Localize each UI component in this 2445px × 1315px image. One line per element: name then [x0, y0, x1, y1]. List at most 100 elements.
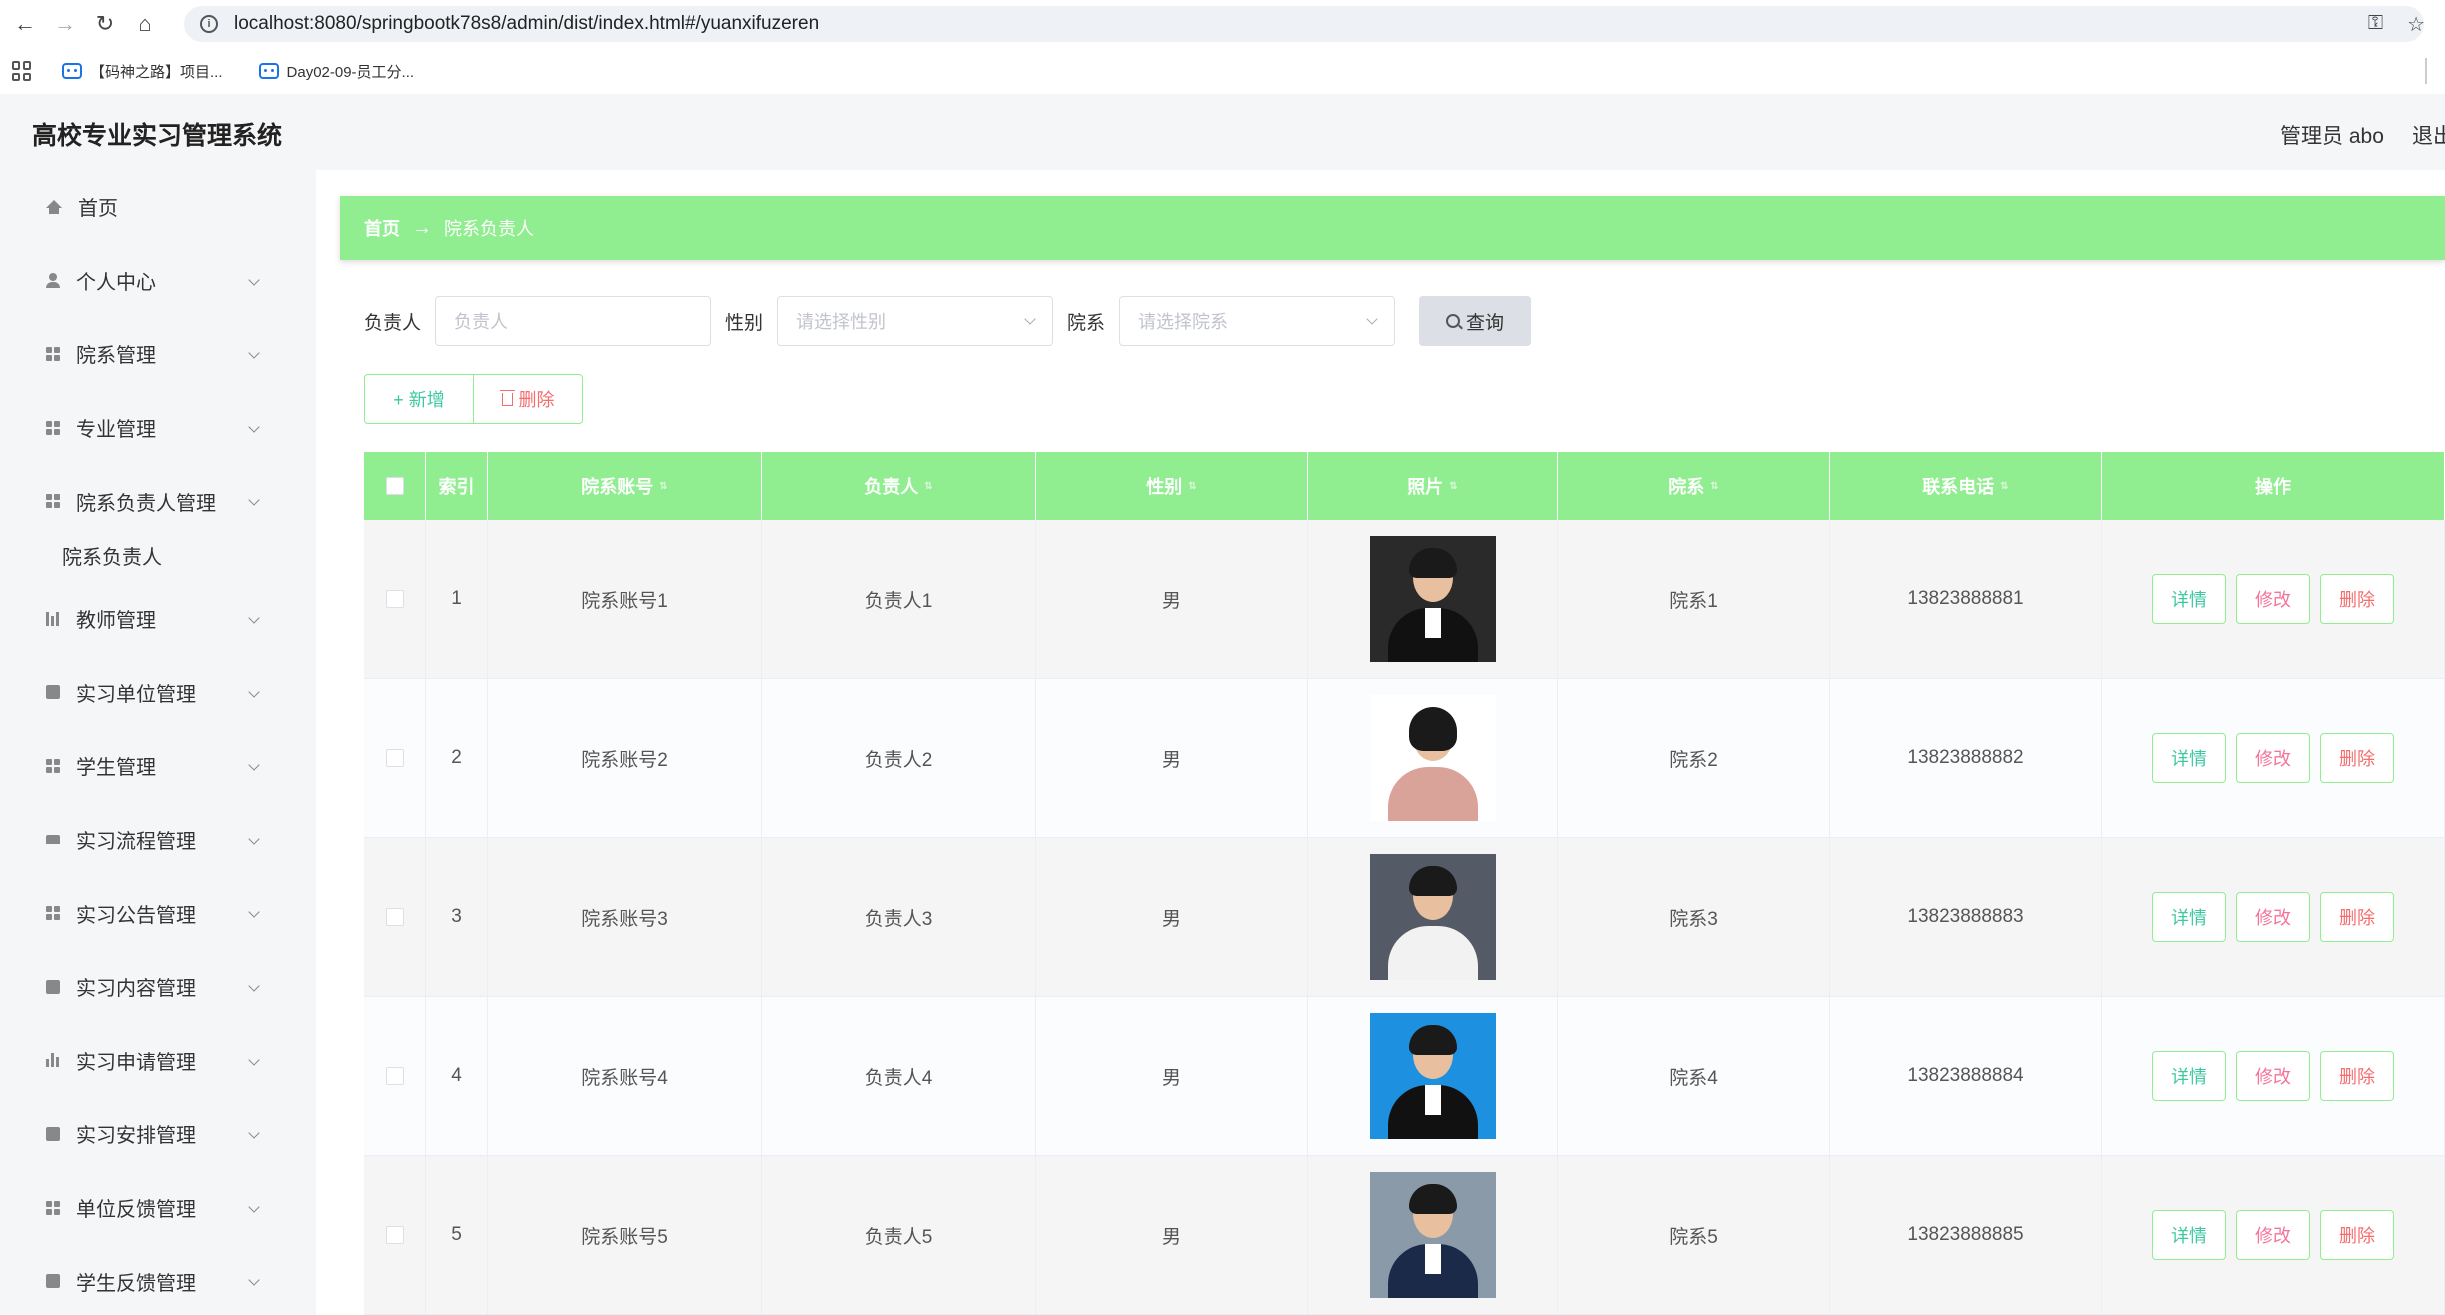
dept-label: 院系 — [1067, 312, 1106, 334]
delete-button[interactable]: 删除 — [2320, 574, 2394, 624]
sidebar-item-home[interactable]: 首页 — [0, 170, 316, 244]
column-header[interactable]: 负责人 ⇅ — [762, 452, 1036, 520]
row-checkbox[interactable] — [385, 590, 404, 608]
password-key-icon[interactable]: ⚿ — [2368, 12, 2383, 37]
grid-icon — [46, 906, 60, 921]
column-header[interactable]: 联系电话 ⇅ — [1830, 452, 2102, 520]
table-row: 1 院系账号1 负责人1 男 院系1 13823888881 详情 修改 删除 — [364, 520, 2445, 679]
sidebar-item-teacher-management[interactable]: 教师管理 — [0, 582, 316, 656]
bookmark-item[interactable]: 【码神之路】项目... — [62, 61, 223, 82]
logout-link[interactable]: 退出 — [2412, 120, 2445, 150]
sort-icon[interactable]: ⇅ — [2000, 481, 2008, 492]
app-title: 高校专业实习管理系统 — [32, 122, 283, 150]
sidebar-item-personal-center[interactable]: 个人中心 — [0, 244, 316, 318]
breadcrumb-home[interactable]: 首页 — [364, 215, 400, 241]
sort-icon[interactable]: ⇅ — [1710, 481, 1718, 492]
delete-button[interactable]: 删除 — [2320, 892, 2394, 942]
column-header[interactable]: 照片 ⇅ — [1308, 452, 1558, 520]
bookmark-star-icon[interactable]: ☆ — [2407, 12, 2425, 37]
sidebar-item-student-feedback-management[interactable]: 学生反馈管理 — [0, 1244, 316, 1315]
sort-icon[interactable]: ⇅ — [659, 481, 667, 492]
sort-icon[interactable]: ⇅ — [924, 481, 932, 492]
info-icon[interactable]: i — [200, 15, 218, 33]
row-checkbox[interactable] — [385, 1067, 404, 1085]
chevron-down-icon — [248, 980, 260, 992]
column-header[interactable]: 院系 ⇅ — [1558, 452, 1830, 520]
trash-icon — [499, 389, 515, 406]
sort-icon[interactable]: ⇅ — [1449, 481, 1457, 492]
person-photo[interactable] — [1369, 1172, 1496, 1298]
row-checkbox[interactable] — [385, 1226, 404, 1244]
person-photo[interactable] — [1369, 695, 1496, 821]
add-button[interactable]: + 新增 — [364, 374, 474, 424]
cell-account: 院系账号1 — [488, 520, 762, 678]
select-all-checkbox[interactable] — [385, 477, 404, 495]
query-button[interactable]: 查询 — [1419, 296, 1532, 346]
sidebar-item-unit-feedback-management[interactable]: 单位反馈管理 — [0, 1171, 316, 1245]
reload-icon[interactable]: ↻ — [90, 9, 120, 39]
cell-account: 院系账号5 — [488, 1156, 762, 1314]
address-bar[interactable]: i localhost:8080/springbootk78s8/admin/d… — [184, 6, 2424, 42]
forward-icon[interactable]: → — [50, 9, 80, 39]
row-checkbox[interactable] — [385, 749, 404, 767]
dept-select[interactable]: 请选择院系 — [1119, 296, 1396, 346]
column-header[interactable]: 性别 ⇅ — [1036, 452, 1308, 520]
sidebar-item-label: 学生反馈管理 — [76, 1272, 196, 1295]
column-header[interactable]: 院系账号 ⇅ — [488, 452, 762, 520]
main-content: 首页 → 院系负责人 负责人 负责人 性别 请选择性别 院系 请选择院系 查询 … — [316, 170, 2445, 1315]
sidebar-item-dept-management[interactable]: 院系管理 — [0, 317, 316, 391]
apps-grid-icon[interactable] — [12, 61, 32, 81]
row-checkbox[interactable] — [385, 908, 404, 926]
home-browser-icon[interactable]: ⌂ — [130, 9, 160, 39]
edit-button[interactable]: 修改 — [2236, 1051, 2310, 1101]
chevron-down-icon — [248, 421, 260, 433]
detail-button[interactable]: 详情 — [2152, 574, 2226, 624]
edit-button[interactable]: 修改 — [2236, 574, 2310, 624]
detail-button[interactable]: 详情 — [2152, 892, 2226, 942]
sidebar-item-dept-head-management[interactable]: 院系负责人管理 — [0, 464, 316, 538]
bookmark-item[interactable]: Day02-09-员工分... — [258, 61, 414, 82]
batch-delete-button[interactable]: 删除 — [473, 374, 583, 424]
app-header: 高校专业实习管理系统 管理员 abo 退出 — [0, 94, 2445, 170]
person-photo[interactable] — [1369, 536, 1496, 662]
edit-button[interactable]: 修改 — [2236, 733, 2310, 783]
chevron-up-icon — [248, 494, 260, 507]
detail-button[interactable]: 详情 — [2152, 1051, 2226, 1101]
sidebar-item-label: 教师管理 — [76, 610, 156, 633]
table-row: 3 院系账号3 负责人3 男 院系3 13823888883 详情 修改 删除 — [364, 838, 2445, 997]
detail-button[interactable]: 详情 — [2152, 733, 2226, 783]
cell-dept: 院系5 — [1558, 1156, 1830, 1314]
sidebar-item-major-management[interactable]: 专业管理 — [0, 391, 316, 465]
chevron-down-icon — [248, 273, 260, 286]
delete-button[interactable]: 删除 — [2320, 1210, 2394, 1260]
person-label: 负责人 — [364, 312, 422, 334]
chevron-down-icon — [248, 1053, 260, 1066]
table-body: 1 院系账号1 负责人1 男 院系1 13823888881 详情 修改 删除 — [364, 520, 2445, 1315]
sidebar-item-intern-unit-management[interactable]: 实习单位管理 — [0, 656, 316, 730]
chevron-down-icon — [248, 1201, 260, 1213]
sidebar-item-process-management[interactable]: 实习流程管理 — [0, 803, 316, 877]
sidebar-item-content-management[interactable]: 实习内容管理 — [0, 950, 316, 1024]
delete-button[interactable]: 删除 — [2320, 733, 2394, 783]
sidebar-item-notice-management[interactable]: 实习公告管理 — [0, 876, 316, 950]
sidebar-item-label: 个人中心 — [76, 271, 156, 294]
sidebar-item-student-management[interactable]: 学生管理 — [0, 729, 316, 803]
delete-button[interactable]: 删除 — [2320, 1051, 2394, 1101]
sort-icon[interactable]: ⇅ — [1188, 481, 1196, 492]
person-input[interactable]: 负责人 — [435, 296, 712, 346]
sidebar-item-label: 院系负责人管理 — [76, 492, 216, 515]
header-label: 院系账号 — [581, 477, 654, 497]
column-header: 索引 — [426, 452, 488, 520]
edit-button[interactable]: 修改 — [2236, 892, 2310, 942]
chevron-down-icon — [248, 612, 260, 624]
sidebar-item-arrangement-management[interactable]: 实习安排管理 — [0, 1097, 316, 1171]
person-photo[interactable] — [1369, 854, 1496, 980]
sidebar-item-label: 实习申请管理 — [76, 1051, 196, 1074]
gender-select[interactable]: 请选择性别 — [777, 296, 1054, 346]
sidebar-item-application-management[interactable]: 实习申请管理 — [0, 1024, 316, 1098]
person-photo[interactable] — [1369, 1013, 1496, 1139]
detail-button[interactable]: 详情 — [2152, 1210, 2226, 1260]
back-icon[interactable]: ← — [10, 9, 40, 39]
grid-icon — [46, 1200, 60, 1215]
edit-button[interactable]: 修改 — [2236, 1210, 2310, 1260]
